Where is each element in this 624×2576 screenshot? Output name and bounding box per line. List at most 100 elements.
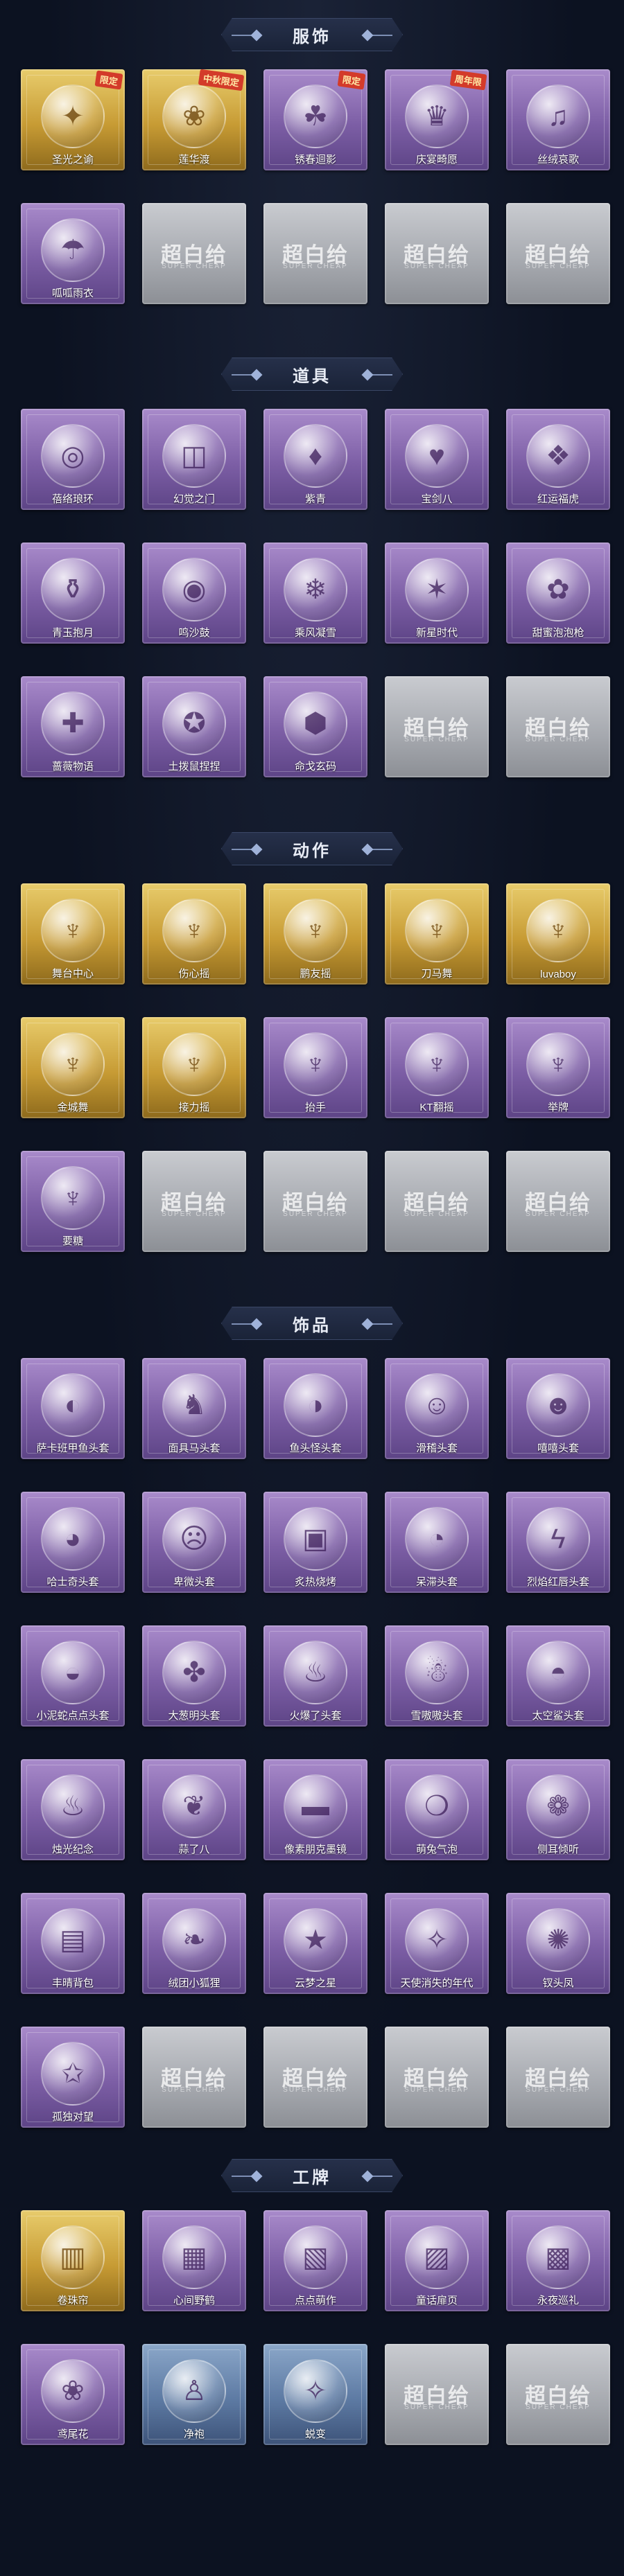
empty-item-card[interactable]: 超白给 SUPER CHEAP <box>263 2027 367 2128</box>
empty-item-card[interactable]: 超白给 SUPER CHEAP <box>506 203 610 304</box>
item-card[interactable]: ⬢ 命戈玄码 <box>263 676 367 777</box>
item-card[interactable]: ◓ 太空鲨头套 <box>506 1625 610 1727</box>
item-card[interactable]: ❧ 绒团小狐狸 <box>142 1893 246 1994</box>
item-card[interactable]: ◕ 哈士奇头套 <box>21 1492 125 1593</box>
empty-item-card[interactable]: 超白给 SUPER CHEAP <box>506 1151 610 1252</box>
item-card[interactable]: ❦ 蒜了八 <box>142 1759 246 1860</box>
item-card[interactable]: ✚ 蔷薇物语 <box>21 676 125 777</box>
item-card[interactable]: ☂ 呱呱雨衣 <box>21 203 125 304</box>
item-card[interactable]: ❀ 中秋限定 莲华渡 <box>142 69 246 170</box>
item-card[interactable]: ☺ 滑稽头套 <box>385 1358 489 1459</box>
item-card[interactable]: ✶ 新星时代 <box>385 542 489 644</box>
item-card[interactable]: ▬ 像素朋克墨镜 <box>263 1759 367 1860</box>
item-card[interactable]: ♆ KT翻摇 <box>385 1017 489 1118</box>
empty-item-card[interactable]: 超白给 SUPER CHEAP <box>385 1151 489 1252</box>
fairytale-card-icon: ▨ <box>402 2223 471 2292</box>
item-card[interactable]: ☻ 嘻嘻头套 <box>506 1358 610 1459</box>
empty-item-card[interactable]: 超白给 SUPER CHEAP <box>142 203 246 304</box>
item-card[interactable]: ❖ 红运福虎 <box>506 409 610 510</box>
item-name: luvaboy <box>540 969 576 980</box>
item-card[interactable]: ▨ 童话扉页 <box>385 2210 489 2311</box>
empty-item-card[interactable]: 超白给 SUPER CHEAP <box>263 203 367 304</box>
item-card[interactable]: ◎ 蓓络琅环 <box>21 409 125 510</box>
item-name: 滑稽头套 <box>415 1443 458 1454</box>
item-card[interactable]: ✦ 限定 圣光之谕 <box>21 69 125 170</box>
item-card[interactable]: ❀ 鸢尾花 <box>21 2344 125 2445</box>
item-card[interactable]: ϟ 烈焰红唇头套 <box>506 1492 610 1593</box>
item-card[interactable]: ▤ 丰晴背包 <box>21 1893 125 1994</box>
item-card[interactable]: ♫ 丝绒哀歌 <box>506 69 610 170</box>
empty-item-card[interactable]: 超白给 SUPER CHEAP <box>142 2027 246 2128</box>
empty-item-card[interactable]: 超白给 SUPER CHEAP <box>263 1151 367 1252</box>
item-card[interactable]: ◫ 幻觉之门 <box>142 409 246 510</box>
item-card[interactable]: ✿ 甜蜜泡泡枪 <box>506 542 610 644</box>
item-card[interactable]: ◒ 小泥蛇点点头套 <box>21 1625 125 1727</box>
placeholder-subtitle: SUPER CHEAP <box>404 2086 469 2094</box>
item-glyph: ❀ <box>41 2359 105 2423</box>
item-card[interactable]: ✪ 土拨鼠捏捏 <box>142 676 246 777</box>
item-card[interactable]: ⚱ 青玉抱月 <box>21 542 125 644</box>
item-card[interactable]: ▦ 心间野鹤 <box>142 2210 246 2311</box>
item-card[interactable]: ♆ 抬手 <box>263 1017 367 1118</box>
item-name: 面具马头套 <box>168 1443 220 1454</box>
item-card[interactable]: ♆ 要糖 <box>21 1151 125 1252</box>
empty-item-card[interactable]: 超白给 SUPER CHEAP <box>506 2027 610 2128</box>
item-card[interactable]: ☹ 卑微头套 <box>142 1492 246 1593</box>
empty-item-card[interactable]: 超白给 SUPER CHEAP <box>385 2027 489 2128</box>
item-card[interactable]: ♆ 伤心摇 <box>142 883 246 985</box>
item-card[interactable]: ♛ 周年限 庆宴畸愿 <box>385 69 489 170</box>
item-card[interactable]: ▥ 卷珠帘 <box>21 2210 125 2311</box>
item-card[interactable]: ♞ 面具马头套 <box>142 1358 246 1459</box>
item-glyph: ♆ <box>526 899 590 962</box>
item-card[interactable]: ♨ 火爆了头套 <box>263 1625 367 1727</box>
diamond-ornament-icon <box>365 35 392 36</box>
empty-item-card[interactable]: 超白给 SUPER CHEAP <box>506 676 610 777</box>
item-card[interactable]: ♆ 举牌 <box>506 1017 610 1118</box>
item-card[interactable]: ♥ 宝剑八 <box>385 409 489 510</box>
item-card[interactable]: ❄ 乘风凝雪 <box>263 542 367 644</box>
placeholder-subtitle: SUPER CHEAP <box>526 2086 591 2094</box>
item-card[interactable]: ◉ 鸣沙鼓 <box>142 542 246 644</box>
item-card[interactable]: ★ 云梦之星 <box>263 1893 367 1994</box>
item-card[interactable]: ♙ 净袍 <box>142 2344 246 2445</box>
section-header: 服饰 <box>0 14 624 55</box>
item-card[interactable]: ▧ 点点萌作 <box>263 2210 367 2311</box>
item-card[interactable]: ✤ 大葱明头套 <box>142 1625 246 1727</box>
empty-item-card[interactable]: 超白给 SUPER CHEAP <box>385 203 489 304</box>
item-card[interactable]: ♆ 刀马舞 <box>385 883 489 985</box>
item-name: 蒜了八 <box>178 1844 210 1855</box>
item-card[interactable]: ♆ luvaboy <box>506 883 610 985</box>
item-name: 伤心摇 <box>178 968 210 980</box>
item-card[interactable]: ♆ 鹏友摇 <box>263 883 367 985</box>
item-card[interactable]: ☘ 限定 锈春迴影 <box>263 69 367 170</box>
item-card[interactable]: ♦ 紫青 <box>263 409 367 510</box>
item-card[interactable]: ◔ 呆滞头套 <box>385 1492 489 1593</box>
marmot-icon: ✪ <box>159 689 229 758</box>
item-card[interactable]: ✩ 孤独对望 <box>21 2027 125 2128</box>
item-card[interactable]: ✧ 蜕变 <box>263 2344 367 2445</box>
item-card[interactable]: ☃ 雪嗷嗷头套 <box>385 1625 489 1727</box>
item-card[interactable]: ◑ 鱼头怪头套 <box>263 1358 367 1459</box>
empty-item-card[interactable]: 超白给 SUPER CHEAP <box>506 2344 610 2445</box>
empty-item-card[interactable]: 超白给 SUPER CHEAP <box>385 2344 489 2445</box>
item-card[interactable]: ♆ 金城舞 <box>21 1017 125 1118</box>
empty-item-card[interactable]: 超白给 SUPER CHEAP <box>385 676 489 777</box>
section-banner: 服饰 <box>221 18 403 51</box>
item-card[interactable]: ▣ 炙热烧烤 <box>263 1492 367 1593</box>
item-card[interactable]: ♆ 舞台中心 <box>21 883 125 985</box>
item-name: 幻觉之门 <box>173 493 215 505</box>
item-name: 孤独对望 <box>51 2111 94 2123</box>
item-card[interactable]: ▩ 永夜巡礼 <box>506 2210 610 2311</box>
empty-item-card[interactable]: 超白给 SUPER CHEAP <box>142 1151 246 1252</box>
item-card[interactable]: ✧ 天使消失的年代 <box>385 1893 489 1994</box>
item-card[interactable]: ✺ 钗头凤 <box>506 1893 610 1994</box>
item-card[interactable]: ♨ 烛光纪念 <box>21 1759 125 1860</box>
item-card[interactable]: ♆ 接力摇 <box>142 1017 246 1118</box>
section-title: 饰品 <box>293 1316 331 1335</box>
banquet-costume-icon: ♛ <box>402 82 471 151</box>
item-glyph: ♆ <box>162 1032 226 1096</box>
item-card[interactable]: ❍ 萌兔气泡 <box>385 1759 489 1860</box>
item-card[interactable]: ◐ 萨卡班甲鱼头套 <box>21 1358 125 1459</box>
item-glyph: ◓ <box>526 1641 590 1704</box>
item-card[interactable]: ❁ 侧耳倾听 <box>506 1759 610 1860</box>
